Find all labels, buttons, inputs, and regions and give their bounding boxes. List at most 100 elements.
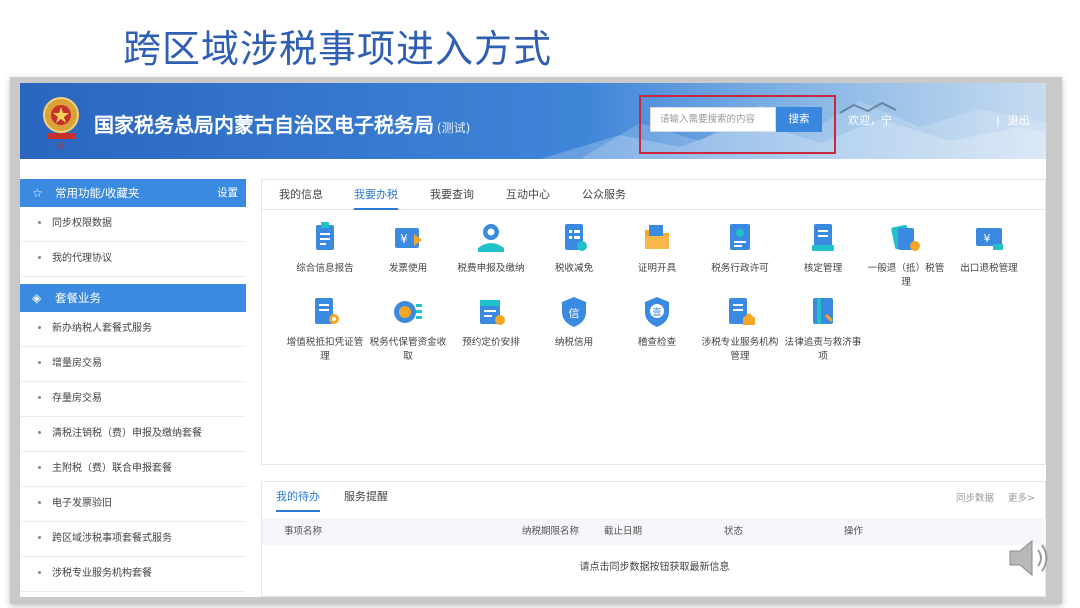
agency-icon <box>729 298 755 325</box>
bullet-icon <box>38 430 41 434</box>
sidebar-item-existing-house[interactable]: 存量房交易 <box>20 382 246 417</box>
welcome-text: 欢迎，宁 <box>848 114 892 127</box>
service-label: 综合信息报告 <box>296 263 354 274</box>
sidebar-item-deregistration[interactable]: 清税注销税（费）申报及缴纳套餐 <box>20 417 246 452</box>
sidebar-item-e-invoice[interactable]: 电子发票验旧 <box>20 487 246 522</box>
bullet-icon <box>38 500 41 504</box>
service-legal-remedy[interactable]: 法律追责与救济事项 <box>782 294 864 364</box>
tax-declare-icon <box>478 224 504 252</box>
service-tax-credit[interactable]: 信 纳税信用 <box>533 294 615 350</box>
law-icon <box>813 298 833 324</box>
report-icon <box>316 222 334 250</box>
national-emblem-icon: 税 <box>43 97 79 150</box>
service-label: 税务行政许可 <box>711 263 769 274</box>
col-item-name: 事项名称 <box>284 526 323 537</box>
sidebar-item-label: 主附税（费）联合申报套餐 <box>52 463 172 474</box>
site-name: 国家税务总局内蒙古自治区电子税务局 (测试) <box>94 109 470 138</box>
sidebar-item-sync-permissions[interactable]: 同步权限数据 <box>20 207 246 242</box>
sidebar-item-joint-declaration[interactable]: 主附税（费）联合申报套餐 <box>20 452 246 487</box>
service-admin-license[interactable]: 税务行政许可 <box>699 220 781 276</box>
service-general-refund[interactable]: 一般退（抵）税管理 <box>865 220 947 290</box>
sidebar-item-label: 电子发票验旧 <box>52 498 112 509</box>
svg-text:税: 税 <box>58 141 65 150</box>
service-label: 税收减免 <box>554 263 594 274</box>
service-label: 增值税抵扣凭证管理 <box>286 337 364 362</box>
sidebar-item-professional-agency[interactable]: 涉税专业服务机构套餐 <box>20 557 246 592</box>
service-custody-fund[interactable]: 税务代保管资金收取 <box>367 294 449 364</box>
sidebar-item-label: 同步权限数据 <box>52 218 112 229</box>
tab-do-tax[interactable]: 我要办税 <box>354 180 398 210</box>
tab-query[interactable]: 我要查询 <box>430 180 474 210</box>
logout-link[interactable]: 退出 <box>1008 114 1030 127</box>
service-comprehensive-report[interactable]: 综合信息报告 <box>284 220 366 276</box>
layers-icon: ◈ <box>32 291 42 305</box>
service-export-refund[interactable]: ¥ 出口退税管理 <box>948 220 1030 276</box>
service-pricing-arrangement[interactable]: 预约定价安排 <box>450 294 532 350</box>
tax-portal-window: 税 国家税务总局内蒙古自治区电子税务局 (测试) 请输入需要搜索的内容 搜索 欢迎… <box>20 83 1046 597</box>
bullet-icon <box>38 395 41 399</box>
service-label: 证明开具 <box>637 263 677 274</box>
star-icon: ☆ <box>32 186 43 200</box>
service-agency-management[interactable]: 涉税专业服务机构管理 <box>699 294 781 364</box>
service-vat-voucher[interactable]: 增值税抵扣凭证管理 <box>284 294 366 364</box>
service-label: 涉税专业服务机构管理 <box>701 337 779 362</box>
service-label: 出口退税管理 <box>960 263 1018 274</box>
tab-my-todo[interactable]: 我的待办 <box>276 482 320 512</box>
col-status: 状态 <box>724 526 744 537</box>
todo-empty-message: 请点击同步数据按钮获取最新信息 <box>579 562 730 573</box>
export-refund-icon: ¥ <box>976 228 1003 250</box>
service-label: 法律追责与救济事项 <box>784 337 862 362</box>
sidebar-item-new-house[interactable]: 增量房交易 <box>20 347 246 382</box>
bullet-icon <box>38 220 41 224</box>
bullet-icon <box>38 535 41 539</box>
service-certificate[interactable]: 证明开具 <box>616 220 698 276</box>
favorites-settings-link[interactable]: 设置 <box>217 179 238 207</box>
service-inspection[interactable]: 查 稽查检查 <box>616 294 698 350</box>
service-label: 一般退（抵）税管理 <box>867 263 945 288</box>
col-period-name: 纳税期限名称 <box>522 526 580 537</box>
sidebar: ☆ 常用功能/收藏夹 设置 同步权限数据 我的代理协议 ◈ 套餐业务 新办纳税人套餐… <box>20 179 246 597</box>
favorites-header[interactable]: ☆ 常用功能/收藏夹 设置 <box>20 179 246 207</box>
search-highlight-box <box>639 95 836 154</box>
sidebar-item-label: 跨区域涉税事项套餐式服务 <box>52 533 172 544</box>
tab-service-reminder[interactable]: 服务提醒 <box>344 482 388 512</box>
license-icon <box>730 224 750 250</box>
service-tax-relief[interactable]: 税收减免 <box>533 220 615 276</box>
packages-header[interactable]: ◈ 套餐业务 <box>20 284 246 312</box>
inspection-glyph: 查 <box>652 306 661 318</box>
bullet-icon <box>38 255 41 259</box>
speaker-icon[interactable] <box>1004 532 1056 584</box>
bullet-icon <box>38 360 41 364</box>
bullet-icon <box>38 570 41 574</box>
credit-glyph: 信 <box>569 307 580 320</box>
site-tag: (测试) <box>437 121 471 135</box>
refund-icon <box>891 224 920 251</box>
service-invoice[interactable]: ¥ 发票使用 <box>367 220 449 276</box>
sidebar-item-label: 清税注销税（费）申报及缴纳套餐 <box>52 428 202 439</box>
tab-my-info[interactable]: 我的信息 <box>279 180 323 210</box>
tab-public-service[interactable]: 公众服务 <box>582 180 626 210</box>
export-glyph: ¥ <box>984 232 991 245</box>
sidebar-item-label: 存量房交易 <box>52 393 102 404</box>
bullet-icon <box>38 465 41 469</box>
todo-panel: 我的待办 服务提醒 同步数据 更多> 事项名称 纳税期限名称 截止日期 状态 操作… <box>261 481 1046 597</box>
service-tax-declare-pay[interactable]: 税费申报及缴纳 <box>450 220 532 276</box>
col-deadline: 截止日期 <box>604 526 643 537</box>
tab-interaction[interactable]: 互动中心 <box>506 180 550 210</box>
service-label: 稽查检查 <box>637 337 677 348</box>
sidebar-item-agent-agreement[interactable]: 我的代理协议 <box>20 242 246 277</box>
service-label: 核定管理 <box>803 263 843 274</box>
certificate-icon <box>645 225 669 249</box>
services-panel: 我的信息 我要办税 我要查询 互动中心 公众服务 综合信息报告 ¥ 发票使用 税… <box>261 179 1046 465</box>
sidebar-item-cross-region[interactable]: 跨区域涉税事项套餐式服务 <box>20 522 246 557</box>
todo-table-header: 事项名称 纳税期限名称 截止日期 状态 操作 <box>262 518 1046 545</box>
sync-data-link[interactable]: 同步数据 <box>956 493 994 504</box>
favorites-title: 常用功能/收藏夹 <box>55 186 140 200</box>
sidebar-item-new-taxpayer[interactable]: 新办纳税人套餐式服务 <box>20 312 246 347</box>
site-name-text: 国家税务总局内蒙古自治区电子税务局 <box>94 113 434 137</box>
service-label: 税费申报及缴纳 <box>457 263 525 274</box>
inspection-icon: 查 <box>645 297 669 327</box>
more-link[interactable]: 更多> <box>1008 493 1035 504</box>
service-label: 发票使用 <box>388 263 428 274</box>
service-assessment[interactable]: 核定管理 <box>782 220 864 276</box>
